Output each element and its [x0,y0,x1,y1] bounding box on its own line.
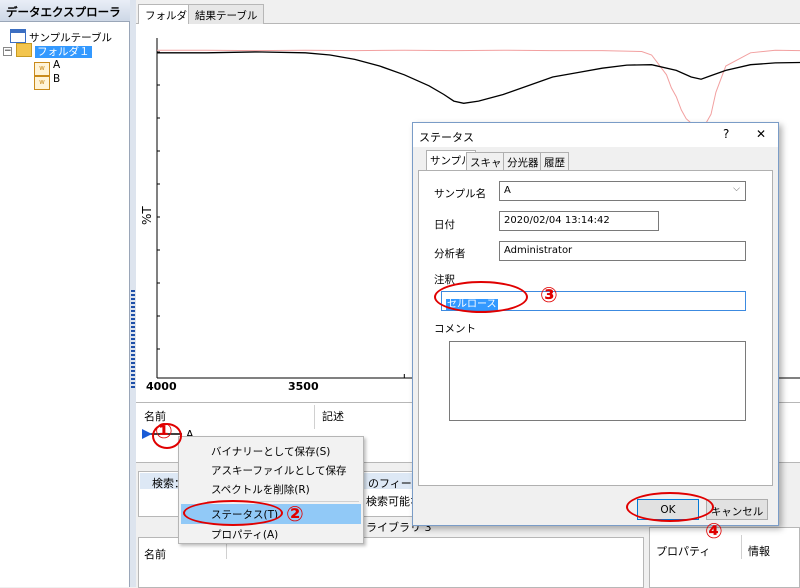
results-list[interactable] [138,537,644,588]
comment-label: コメント [434,323,476,335]
document-tabbar: フォルダ１ 結果テーブル [136,0,800,25]
annotation-circle [434,281,528,313]
menu-item-save-binary[interactable]: バイナリーとして保存(S) [181,441,361,461]
sample-name-value: A [504,185,511,196]
annotation-circle [183,500,283,526]
tab-result-table[interactable]: 結果テーブル [188,4,265,24]
x-tick-label: 4000 [146,380,177,393]
sample-name-label: サンプル名 [434,188,487,200]
help-button[interactable]: ? [723,127,729,141]
sample-name-select[interactable]: A ⌵ [499,181,746,201]
y-axis-label: %T [140,206,154,225]
tree-item-b[interactable]: wB [34,72,61,90]
dialog-tab-body: サンプル名 A ⌵ 日付 2020/02/04 13:14:42 分析者 Adm… [418,170,773,486]
date-field[interactable]: 2020/02/04 13:14:42 [499,211,659,231]
column-divider [741,535,742,559]
tree-item-folder1[interactable]: フォルダ１ [16,43,92,58]
annotation-step-3: ③ [540,283,558,307]
spectrum-icon: w [34,76,50,90]
menu-item-delete-spectrum[interactable]: スペクトルを削除(R) [181,479,361,499]
tree-item-a[interactable]: wA [34,58,61,76]
dialog-title: ステータス [419,131,474,144]
tree-item-label: B [53,73,61,85]
tree-item-sample-table[interactable]: サンプルテーブル [10,29,112,44]
table-icon [10,29,26,43]
comment-textarea[interactable] [449,341,746,421]
x-tick-label: 3500 [288,380,319,393]
annotation-circle [626,492,714,522]
column-header-description: 記述 [322,410,344,423]
series-line-main [157,51,800,104]
tab-history[interactable]: 履歴 [540,152,569,170]
context-menu: バイナリーとして保存(S) アスキーファイルとして保存 スペクトルを削除(R) … [178,436,364,544]
column-divider [314,405,315,429]
menu-item-properties[interactable]: プロパティ(A) [181,524,361,544]
analyst-field[interactable]: Administrator [499,241,746,261]
menu-item-save-ascii[interactable]: アスキーファイルとして保存 [181,460,361,480]
chevron-down-icon: ⌵ [733,184,740,194]
analyst-label: 分析者 [434,248,466,260]
tab-spectrometer[interactable]: 分光器 [503,152,543,170]
cancel-button[interactable]: キャンセル [706,499,768,520]
property-header: プロパティ [656,545,711,558]
series-line-reference [157,49,800,129]
info-header: 情報 [748,545,770,558]
explorer-title: データエクスプローラ [0,0,130,22]
folder-icon [16,43,32,57]
data-explorer-panel: データエクスプローラ サンプルテーブル − フォルダ１ wA wB [0,0,130,587]
tree-item-label: A [53,59,61,71]
results-name-header: 名前 [144,548,166,561]
annotation-step-2: ② [286,502,304,526]
tree-item-label: フォルダ１ [35,46,92,58]
x-axis-ticks [156,374,405,378]
date-label: 日付 [434,219,455,231]
dialog-titlebar: ステータス ? ✕ [413,123,778,147]
close-button[interactable]: ✕ [756,127,766,141]
collapse-toggle-icon[interactable]: − [3,47,12,56]
annotation-step-4: ④ [705,519,723,543]
splitter-grip[interactable] [131,290,135,390]
status-dialog: ステータス ? ✕ サンプル スキャン 分光器 履歴 サンプル名 A ⌵ 日付 … [412,122,779,526]
annotation-step-1: ① [155,419,173,443]
